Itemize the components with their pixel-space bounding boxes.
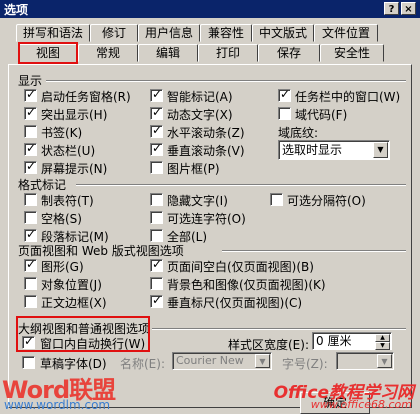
page-col2-checkbox-1[interactable] xyxy=(150,257,163,272)
display-col1-label-4: 状态栏(U) xyxy=(41,144,96,158)
display-col2-checkbox-2[interactable] xyxy=(150,105,163,120)
page-col2-checkbox-2[interactable] xyxy=(150,277,163,290)
display-col1-label-5: 屏幕提示(N) xyxy=(41,162,108,176)
display-col1-checkbox-1[interactable] xyxy=(24,87,37,102)
display-col1-checkbox-2[interactable] xyxy=(24,105,37,120)
display-col3-checkbox-2[interactable] xyxy=(278,107,291,120)
format-col3-label-1: 可选分隔符(O) xyxy=(287,194,366,208)
chevron-down-icon[interactable]: ▼ xyxy=(377,354,392,368)
format-marks-section-title: 格式标记 xyxy=(18,178,67,192)
draft-font-checkbox[interactable] xyxy=(22,356,35,369)
page-col1-checkbox-2[interactable] xyxy=(24,277,37,290)
field-shading-value: 选取时显示 xyxy=(282,143,343,157)
display-col2-checkbox-5[interactable] xyxy=(150,161,163,174)
tab-2[interactable]: 修订 xyxy=(90,24,138,42)
tab-row2-6[interactable]: 安全性 xyxy=(320,44,384,62)
tab-5[interactable]: 中文版式 xyxy=(252,24,314,42)
font-size-label: 字号(Z): xyxy=(282,357,328,371)
display-col2-label-5: 图片框(P) xyxy=(167,162,220,176)
spin-up-icon[interactable]: ▲ xyxy=(375,334,390,342)
page-col2-label-3: 垂直标尺(仅页面视图)(C) xyxy=(167,296,303,310)
tab-row2-4[interactable]: 打印 xyxy=(198,44,258,62)
tab-1[interactable]: 拼写和语法 xyxy=(16,24,90,42)
divider xyxy=(222,250,406,252)
font-name-label: 名称(E): xyxy=(120,357,165,371)
spin-down-icon[interactable]: ▼ xyxy=(375,342,390,350)
display-col2-label-1: 智能标记(A) xyxy=(167,90,233,104)
field-shading-label: 域底纹: xyxy=(278,126,319,140)
display-col1-label-1: 启动任务窗格(R) xyxy=(41,90,131,104)
watermark-url-right: www.office68.com xyxy=(310,398,412,411)
format-col1-checkbox-1[interactable] xyxy=(24,193,37,206)
close-button[interactable]: × xyxy=(401,2,416,15)
page-col2-checkbox-3[interactable] xyxy=(150,293,163,308)
format-col1-label-2: 空格(S) xyxy=(41,212,82,226)
format-col2-checkbox-3[interactable] xyxy=(150,229,163,242)
chevron-down-icon[interactable]: ▼ xyxy=(373,142,388,158)
help-button[interactable]: ? xyxy=(384,2,399,15)
field-shading-select[interactable]: 选取时显示 ▼ xyxy=(278,140,390,160)
divider xyxy=(46,80,406,82)
style-width-value: 0 厘米 xyxy=(316,334,352,348)
window-title: 选项 xyxy=(4,3,29,17)
page-col2-label-1: 页面间空白(仅页面视图)(B) xyxy=(167,260,314,274)
format-col1-checkbox-2[interactable] xyxy=(24,211,37,224)
page-col1-label-2: 对象位置(J) xyxy=(41,278,102,292)
wrap-window-checkbox[interactable] xyxy=(22,334,35,349)
page-col1-checkbox-1[interactable] xyxy=(24,257,37,272)
display-col3-label-2: 域代码(F) xyxy=(295,108,348,122)
format-col2-checkbox-2[interactable] xyxy=(150,211,163,224)
display-col3-checkbox-1[interactable] xyxy=(278,87,291,102)
format-col2-label-1: 隐藏文字(I) xyxy=(167,194,228,208)
font-name-value: Courier New xyxy=(176,354,244,367)
format-col1-checkbox-3[interactable] xyxy=(24,227,37,242)
divider xyxy=(152,328,406,330)
display-col1-label-2: 突出显示(H) xyxy=(41,108,108,122)
font-size-select[interactable]: ▼ xyxy=(336,352,394,370)
chevron-down-icon[interactable]: ▼ xyxy=(255,354,270,368)
tab-row2-2[interactable]: 常规 xyxy=(78,44,138,62)
page-col1-label-1: 图形(G) xyxy=(41,260,84,274)
style-width-input[interactable]: 0 厘米 ▲ ▼ xyxy=(312,332,392,350)
page-col1-label-3: 正文边框(X) xyxy=(41,296,107,310)
display-col1-checkbox-3[interactable] xyxy=(24,125,37,138)
format-col2-label-2: 可选连字符(O) xyxy=(167,212,246,226)
tab-4[interactable]: 兼容性 xyxy=(200,24,252,42)
format-col1-label-1: 制表符(T) xyxy=(41,194,94,208)
tab-row2-3[interactable]: 编辑 xyxy=(138,44,198,62)
divider xyxy=(76,184,406,186)
title-bar: 选项 ? × xyxy=(0,0,420,18)
tab-3[interactable]: 用户信息 xyxy=(138,24,200,42)
display-col2-checkbox-4[interactable] xyxy=(150,141,163,156)
style-width-label: 样式区宽度(E): xyxy=(228,338,309,352)
page-col2-label-2: 背景色和图像(仅页面视图)(K) xyxy=(167,278,326,292)
font-name-select[interactable]: Courier New ▼ xyxy=(172,352,272,370)
display-col2-label-2: 动态文字(X) xyxy=(167,108,233,122)
wrap-window-label: 窗口内自动换行(W) xyxy=(40,337,146,351)
format-col3-checkbox-1[interactable] xyxy=(270,193,283,206)
display-col2-checkbox-1[interactable] xyxy=(150,87,163,102)
display-col1-label-3: 书签(K) xyxy=(41,126,83,140)
page-col1-checkbox-3[interactable] xyxy=(24,295,37,308)
display-col2-label-3: 水平滚动条(Z) xyxy=(167,126,245,140)
display-col1-checkbox-4[interactable] xyxy=(24,141,37,156)
format-col2-checkbox-1[interactable] xyxy=(150,193,163,206)
display-col1-checkbox-5[interactable] xyxy=(24,159,37,174)
watermark-url-left: www.wordlm.com xyxy=(4,398,111,412)
display-col2-checkbox-3[interactable] xyxy=(150,123,163,138)
tab-row2-5[interactable]: 保存 xyxy=(258,44,320,62)
tab-6[interactable]: 文件位置 xyxy=(314,24,378,42)
display-col2-label-4: 垂直滚动条(V) xyxy=(167,144,245,158)
display-col3-label-1: 任务栏中的窗口(W) xyxy=(295,90,401,104)
selected-tab-highlight xyxy=(18,42,78,64)
